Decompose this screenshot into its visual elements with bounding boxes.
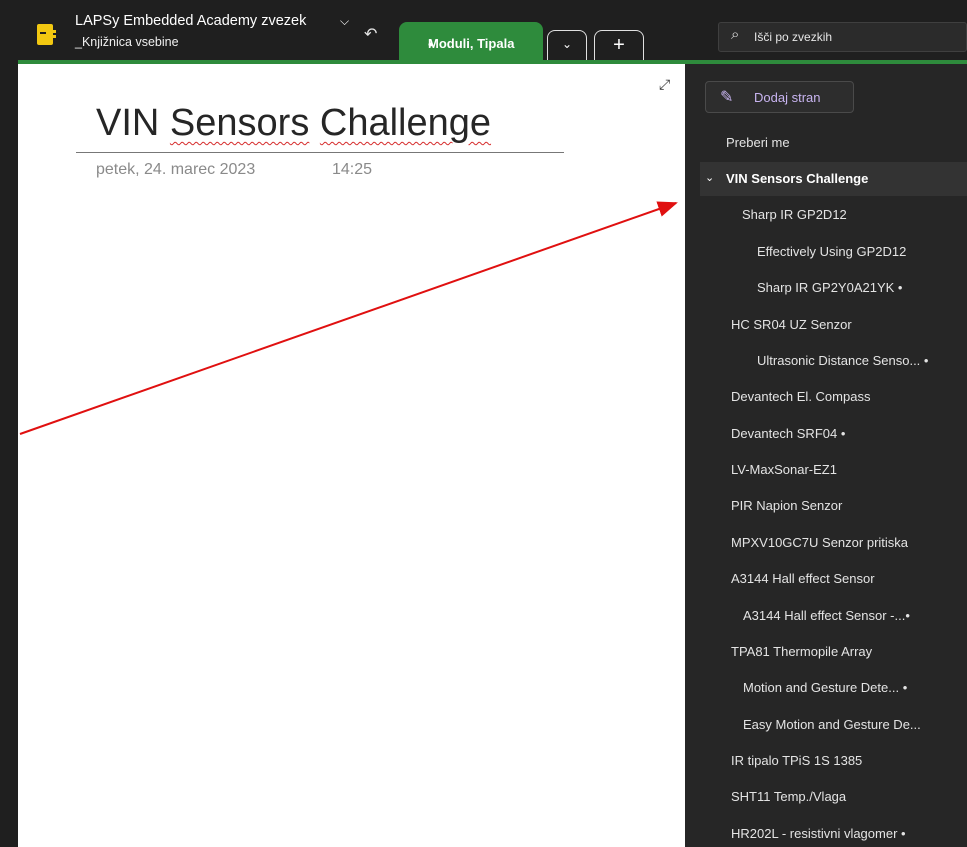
more-sections-button[interactable]: ⌄	[547, 30, 587, 62]
subpage-item[interactable]: TPA81 Thermopile Array	[731, 642, 872, 662]
subpage-item[interactable]: Easy Motion and Gesture De...	[743, 715, 921, 735]
title-word: VIN	[96, 102, 160, 144]
subpage-item[interactable]: HR202L - resistivni vlagomer •	[731, 824, 906, 844]
subpage-item[interactable]: Devantech SRF04 •	[731, 424, 845, 444]
add-page-label: Dodaj stran	[754, 90, 821, 105]
page-item[interactable]: Preberi me	[726, 133, 790, 153]
subpage-item[interactable]: Devantech El. Compass	[731, 387, 870, 407]
section-group-label[interactable]: _Knjižnica vsebine	[75, 35, 179, 49]
add-section-button[interactable]: +	[594, 30, 644, 62]
page-title[interactable]: VIN Sensors Challenge	[96, 102, 491, 145]
plus-icon: +	[613, 34, 625, 56]
chevron-down-icon[interactable]: ⌵	[340, 14, 349, 29]
subpage-item[interactable]: Effectively Using GP2D12	[757, 242, 906, 262]
subpage-item[interactable]: Sharp IR GP2Y0A21YK •	[757, 278, 902, 298]
title-word-misspelled: Challenge	[319, 102, 492, 144]
search-placeholder: Išči po zvezkih	[754, 30, 833, 44]
subpage-item[interactable]: A3144 Hall effect Sensor -...•	[743, 606, 910, 626]
subpage-item[interactable]: A3144 Hall effect Sensor	[731, 569, 875, 589]
subpage-item[interactable]: MPXV10GC7U Senzor pritiska	[731, 533, 908, 553]
search-input[interactable]: ⌕ Išči po zvezkih	[718, 22, 967, 52]
chevron-down-icon: ⌄	[561, 37, 573, 51]
subpage-item[interactable]: PIR Napion Senzor	[731, 496, 842, 516]
tab-sync-dot: •	[428, 36, 433, 52]
subpage-item[interactable]: IR tipalo TPiS 1S 1385	[731, 751, 862, 771]
search-icon: ⌕	[731, 26, 740, 43]
subpage-item[interactable]: Sharp IR GP2D12	[742, 205, 847, 225]
add-page-button[interactable]: ✎ Dodaj stran	[705, 81, 854, 113]
page-list-pane: ✎ Dodaj stran ⌄ Preberi me VIN Sensors C…	[685, 64, 967, 847]
page-canvas[interactable]: ⤢ VIN Sensors Challenge petek, 24. marec…	[18, 64, 685, 847]
subpage-item[interactable]: Motion and Gesture Dete... •	[743, 678, 907, 698]
expand-icon[interactable]: ⤢	[659, 76, 670, 93]
page-time: 14:25	[332, 161, 373, 178]
subpage-item[interactable]: LV-MaxSonar-EZ1	[731, 460, 837, 480]
title-divider	[76, 152, 564, 153]
chevron-down-icon[interactable]: ⌄	[705, 171, 714, 184]
notebook-icon[interactable]	[37, 24, 56, 45]
title-bar: LAPSy Embedded Academy zvezek ⌵ _Knjižni…	[0, 0, 967, 62]
subpage-item[interactable]: Ultrasonic Distance Senso... •	[757, 351, 928, 371]
page-item-selected[interactable]: VIN Sensors Challenge	[726, 169, 868, 189]
tab-label: Moduli, Tipala	[428, 36, 515, 51]
title-word-misspelled: Sensors	[169, 102, 310, 144]
page-date: petek, 24. marec 2023	[96, 161, 256, 178]
undo-icon[interactable]: ↶	[364, 24, 377, 44]
subpage-item[interactable]: SHT11 Temp./Vlaga	[731, 787, 846, 807]
notebook-title[interactable]: LAPSy Embedded Academy zvezek	[75, 13, 306, 29]
subpage-item[interactable]: HC SR04 UZ Senzor	[731, 315, 852, 335]
tab-moduli-tipala[interactable]: Moduli, Tipala •	[399, 22, 543, 62]
new-page-icon: ✎	[720, 89, 734, 106]
